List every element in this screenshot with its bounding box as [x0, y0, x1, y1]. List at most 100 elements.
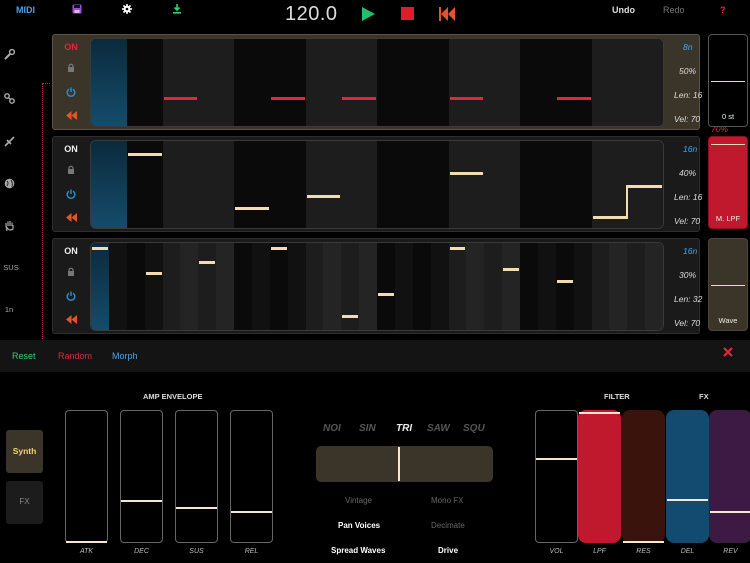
play-icon[interactable]: [360, 6, 376, 22]
reset-button[interactable]: Reset: [12, 351, 36, 361]
division-select[interactable]: 8n: [683, 42, 692, 52]
decimate-toggle[interactable]: Decimate: [431, 521, 465, 530]
probability-value[interactable]: 40%: [679, 168, 696, 178]
step-cell[interactable]: [305, 141, 342, 228]
random-button[interactable]: Random: [58, 351, 92, 361]
step-cell[interactable]: [555, 39, 592, 126]
step-note[interactable]: [556, 97, 591, 100]
step-note[interactable]: [270, 97, 305, 100]
step-cell[interactable]: [448, 39, 485, 126]
step-cell[interactable]: [91, 243, 109, 330]
step-cell[interactable]: [162, 39, 199, 126]
step-cell[interactable]: [627, 39, 663, 126]
step-note[interactable]: [199, 261, 216, 264]
help-button[interactable]: ?: [720, 5, 726, 15]
mono-fx-toggle[interactable]: Mono FX: [431, 496, 463, 505]
step-cell[interactable]: [555, 141, 592, 228]
step-cell[interactable]: [412, 141, 449, 228]
step-cell[interactable]: [341, 39, 377, 126]
length-value[interactable]: Len: 16: [674, 192, 702, 202]
step-cell[interactable]: [448, 141, 485, 228]
wave-saw[interactable]: SAW: [427, 423, 450, 434]
rewind-icon[interactable]: [438, 6, 456, 22]
power-icon[interactable]: [53, 189, 89, 201]
step-cell[interactable]: [341, 141, 377, 228]
wave-morph-handle[interactable]: [398, 447, 400, 481]
division-select[interactable]: 16n: [683, 144, 697, 154]
step-note[interactable]: [503, 268, 519, 271]
wave-tri[interactable]: TRI: [396, 423, 412, 434]
rewind-track-icon[interactable]: [53, 315, 89, 327]
step-note[interactable]: [270, 247, 287, 250]
step-cell[interactable]: [144, 243, 163, 330]
step-cell[interactable]: [377, 39, 413, 126]
gear-icon[interactable]: [121, 3, 133, 15]
division-select[interactable]: 16n: [683, 246, 697, 256]
step-cell[interactable]: [91, 39, 127, 126]
step-grid[interactable]: [90, 242, 664, 331]
lock-icon[interactable]: [53, 63, 89, 75]
wave-morph-slider[interactable]: [316, 446, 493, 482]
midi-button[interactable]: MIDI: [16, 5, 35, 15]
step-cell[interactable]: [573, 243, 592, 330]
step-note[interactable]: [127, 153, 162, 156]
probability-value[interactable]: 30%: [679, 270, 696, 280]
step-cell[interactable]: [269, 39, 306, 126]
sus-label[interactable]: SUS: [2, 263, 20, 272]
tab-synth[interactable]: Synth: [6, 430, 43, 473]
step-cell[interactable]: [377, 243, 395, 330]
step-cell[interactable]: [484, 141, 520, 228]
step-cell[interactable]: [162, 141, 199, 228]
step-cell[interactable]: [627, 243, 646, 330]
step-cell[interactable]: [234, 243, 252, 330]
step-cell[interactable]: [484, 243, 503, 330]
step-cell[interactable]: [126, 39, 163, 126]
rewind-track-icon[interactable]: [53, 111, 89, 123]
step-cell[interactable]: [359, 243, 377, 330]
step-cell[interactable]: [198, 141, 234, 228]
link-icon[interactable]: [2, 92, 16, 104]
filter-del-slider[interactable]: [666, 410, 709, 543]
step-note[interactable]: [628, 185, 662, 188]
step-cell[interactable]: [537, 243, 556, 330]
step-cell[interactable]: [412, 39, 449, 126]
spread-waves-toggle[interactable]: Spread Waves: [331, 546, 385, 555]
step-cell[interactable]: [502, 243, 520, 330]
step-cell[interactable]: [520, 243, 538, 330]
step-note[interactable]: [306, 195, 341, 198]
step-cell[interactable]: [234, 141, 270, 228]
floppy-disk-icon[interactable]: [71, 3, 83, 15]
step-note[interactable]: [235, 207, 269, 210]
step-cell[interactable]: [520, 141, 556, 228]
step-note[interactable]: [92, 247, 108, 250]
step-cell[interactable]: [287, 243, 306, 330]
lock-icon[interactable]: [53, 267, 89, 279]
wave-squ[interactable]: SQU: [463, 423, 485, 434]
step-cell[interactable]: [555, 243, 574, 330]
undo-button[interactable]: Undo: [612, 5, 635, 15]
drive-toggle[interactable]: Drive: [438, 546, 458, 555]
step-cell[interactable]: [126, 243, 145, 330]
lock-icon[interactable]: [53, 165, 89, 177]
close-icon[interactable]: [722, 346, 734, 358]
step-note[interactable]: [342, 97, 376, 100]
redo-button[interactable]: Redo: [663, 5, 685, 15]
step-note[interactable]: [449, 97, 484, 100]
side-panel-shift[interactable]: 0 st: [708, 34, 748, 127]
side-panel-mlpf[interactable]: M. LPF: [708, 136, 748, 229]
amp-dec-slider[interactable]: [120, 410, 163, 543]
step-cell[interactable]: [234, 39, 270, 126]
step-cell[interactable]: [520, 39, 556, 126]
step-cell[interactable]: [198, 243, 217, 330]
rewind-track-icon[interactable]: [53, 213, 89, 225]
step-cell[interactable]: [591, 141, 628, 228]
probability-value[interactable]: 50%: [679, 66, 696, 76]
step-cell[interactable]: [251, 243, 270, 330]
step-cell[interactable]: [484, 39, 520, 126]
amp-atk-slider[interactable]: [65, 410, 108, 543]
power-icon[interactable]: [53, 87, 89, 99]
step-cell[interactable]: [609, 243, 628, 330]
step-cell[interactable]: [162, 243, 181, 330]
step-cell[interactable]: [377, 141, 413, 228]
step-cell[interactable]: [394, 243, 413, 330]
